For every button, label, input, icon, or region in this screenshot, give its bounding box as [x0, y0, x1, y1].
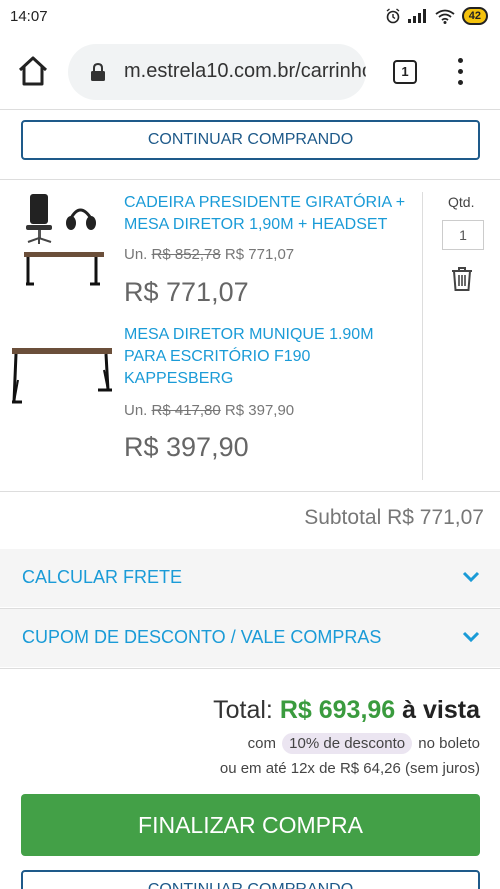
total-line: Total: R$ 693,96 à vista — [213, 696, 480, 725]
old-price: R$ 417,80 — [151, 402, 221, 419]
total-suffix: à vista — [402, 696, 480, 724]
status-icons: 42 — [385, 7, 488, 25]
unit-prefix: Un. — [124, 246, 148, 263]
url-text: m.estrela10.com.br/carrinho — [124, 60, 366, 82]
unit-price: R$ 771,07 — [224, 246, 295, 263]
product-name-2[interactable]: MESA DIRETOR MUNIQUE 1.90M PARA ESCRITÓR… — [124, 324, 414, 390]
calculate-shipping-label: CALCULAR FRETE — [22, 567, 183, 587]
checkout-button[interactable]: FINALIZAR COMPRA — [21, 794, 480, 856]
subtotal: Subtotal R$ 771,07 — [304, 506, 484, 529]
chevron-down-icon — [462, 631, 480, 643]
product-name-1[interactable]: CADEIRA PRESIDENTE GIRATÓRIA + MESA DIRE… — [124, 192, 414, 236]
product-image-2[interactable] — [10, 340, 114, 410]
cart-items: CADEIRA PRESIDENTE GIRATÓRIA + MESA DIRE… — [0, 180, 500, 492]
address-bar[interactable]: m.estrela10.com.br/carrinho — [68, 44, 366, 100]
old-price: R$ 852,78 — [151, 246, 221, 263]
battery-icon: 42 — [461, 7, 488, 25]
divider — [0, 491, 500, 492]
tabs-button[interactable]: 1 — [393, 60, 417, 84]
signal-icon — [407, 9, 426, 23]
unit-price-line-2: Un. R$ 417,80 R$ 397,90 — [124, 402, 294, 419]
qty-label: Qtd. — [448, 194, 475, 210]
qty-input[interactable]: 1 — [442, 220, 484, 250]
chevron-down-icon — [462, 571, 480, 583]
coupon-label: CUPOM DE DESCONTO / VALE COMPRAS — [22, 627, 382, 647]
continue-shopping-button-bottom[interactable]: CONTINUAR COMPRANDO — [21, 870, 480, 889]
column-divider — [422, 192, 423, 480]
calculate-shipping-toggle[interactable]: CALCULAR FRETE — [0, 549, 500, 607]
total-label: Total: — [213, 696, 273, 724]
alarm-icon — [386, 8, 400, 24]
coupon-toggle[interactable]: CUPOM DE DESCONTO / VALE COMPRAS — [0, 609, 500, 667]
product-price-2: R$ 397,90 — [124, 432, 249, 462]
product-price-1: R$ 771,07 — [124, 277, 249, 307]
wifi-icon — [435, 9, 455, 24]
lock-icon — [91, 63, 105, 81]
status-time: 14:07 — [10, 8, 48, 25]
discount-prefix: com — [247, 735, 276, 752]
product-image-1[interactable] — [20, 192, 110, 292]
status-bar: 14:07 42 — [0, 0, 500, 34]
unit-price-line-1: Un. R$ 852,78 R$ 771,07 — [124, 246, 294, 263]
continue-shopping-button[interactable]: CONTINUAR COMPRANDO — [21, 120, 480, 160]
discount-line: com 10% de desconto no boleto — [248, 733, 480, 754]
browser-toolbar: m.estrela10.com.br/carrinho 1 — [0, 34, 500, 110]
discount-badge: 10% de desconto — [282, 733, 413, 754]
total-value: R$ 693,96 — [279, 696, 396, 724]
trash-icon[interactable] — [451, 266, 473, 292]
discount-suffix: no boleto — [418, 735, 480, 752]
more-vert-icon[interactable] — [452, 58, 468, 86]
home-icon[interactable] — [16, 54, 50, 88]
installments-text: ou em até 12x de R$ 64,26 (sem juros) — [219, 760, 480, 777]
unit-prefix: Un. — [124, 402, 148, 419]
unit-price: R$ 397,90 — [224, 402, 295, 419]
divider — [0, 668, 500, 669]
